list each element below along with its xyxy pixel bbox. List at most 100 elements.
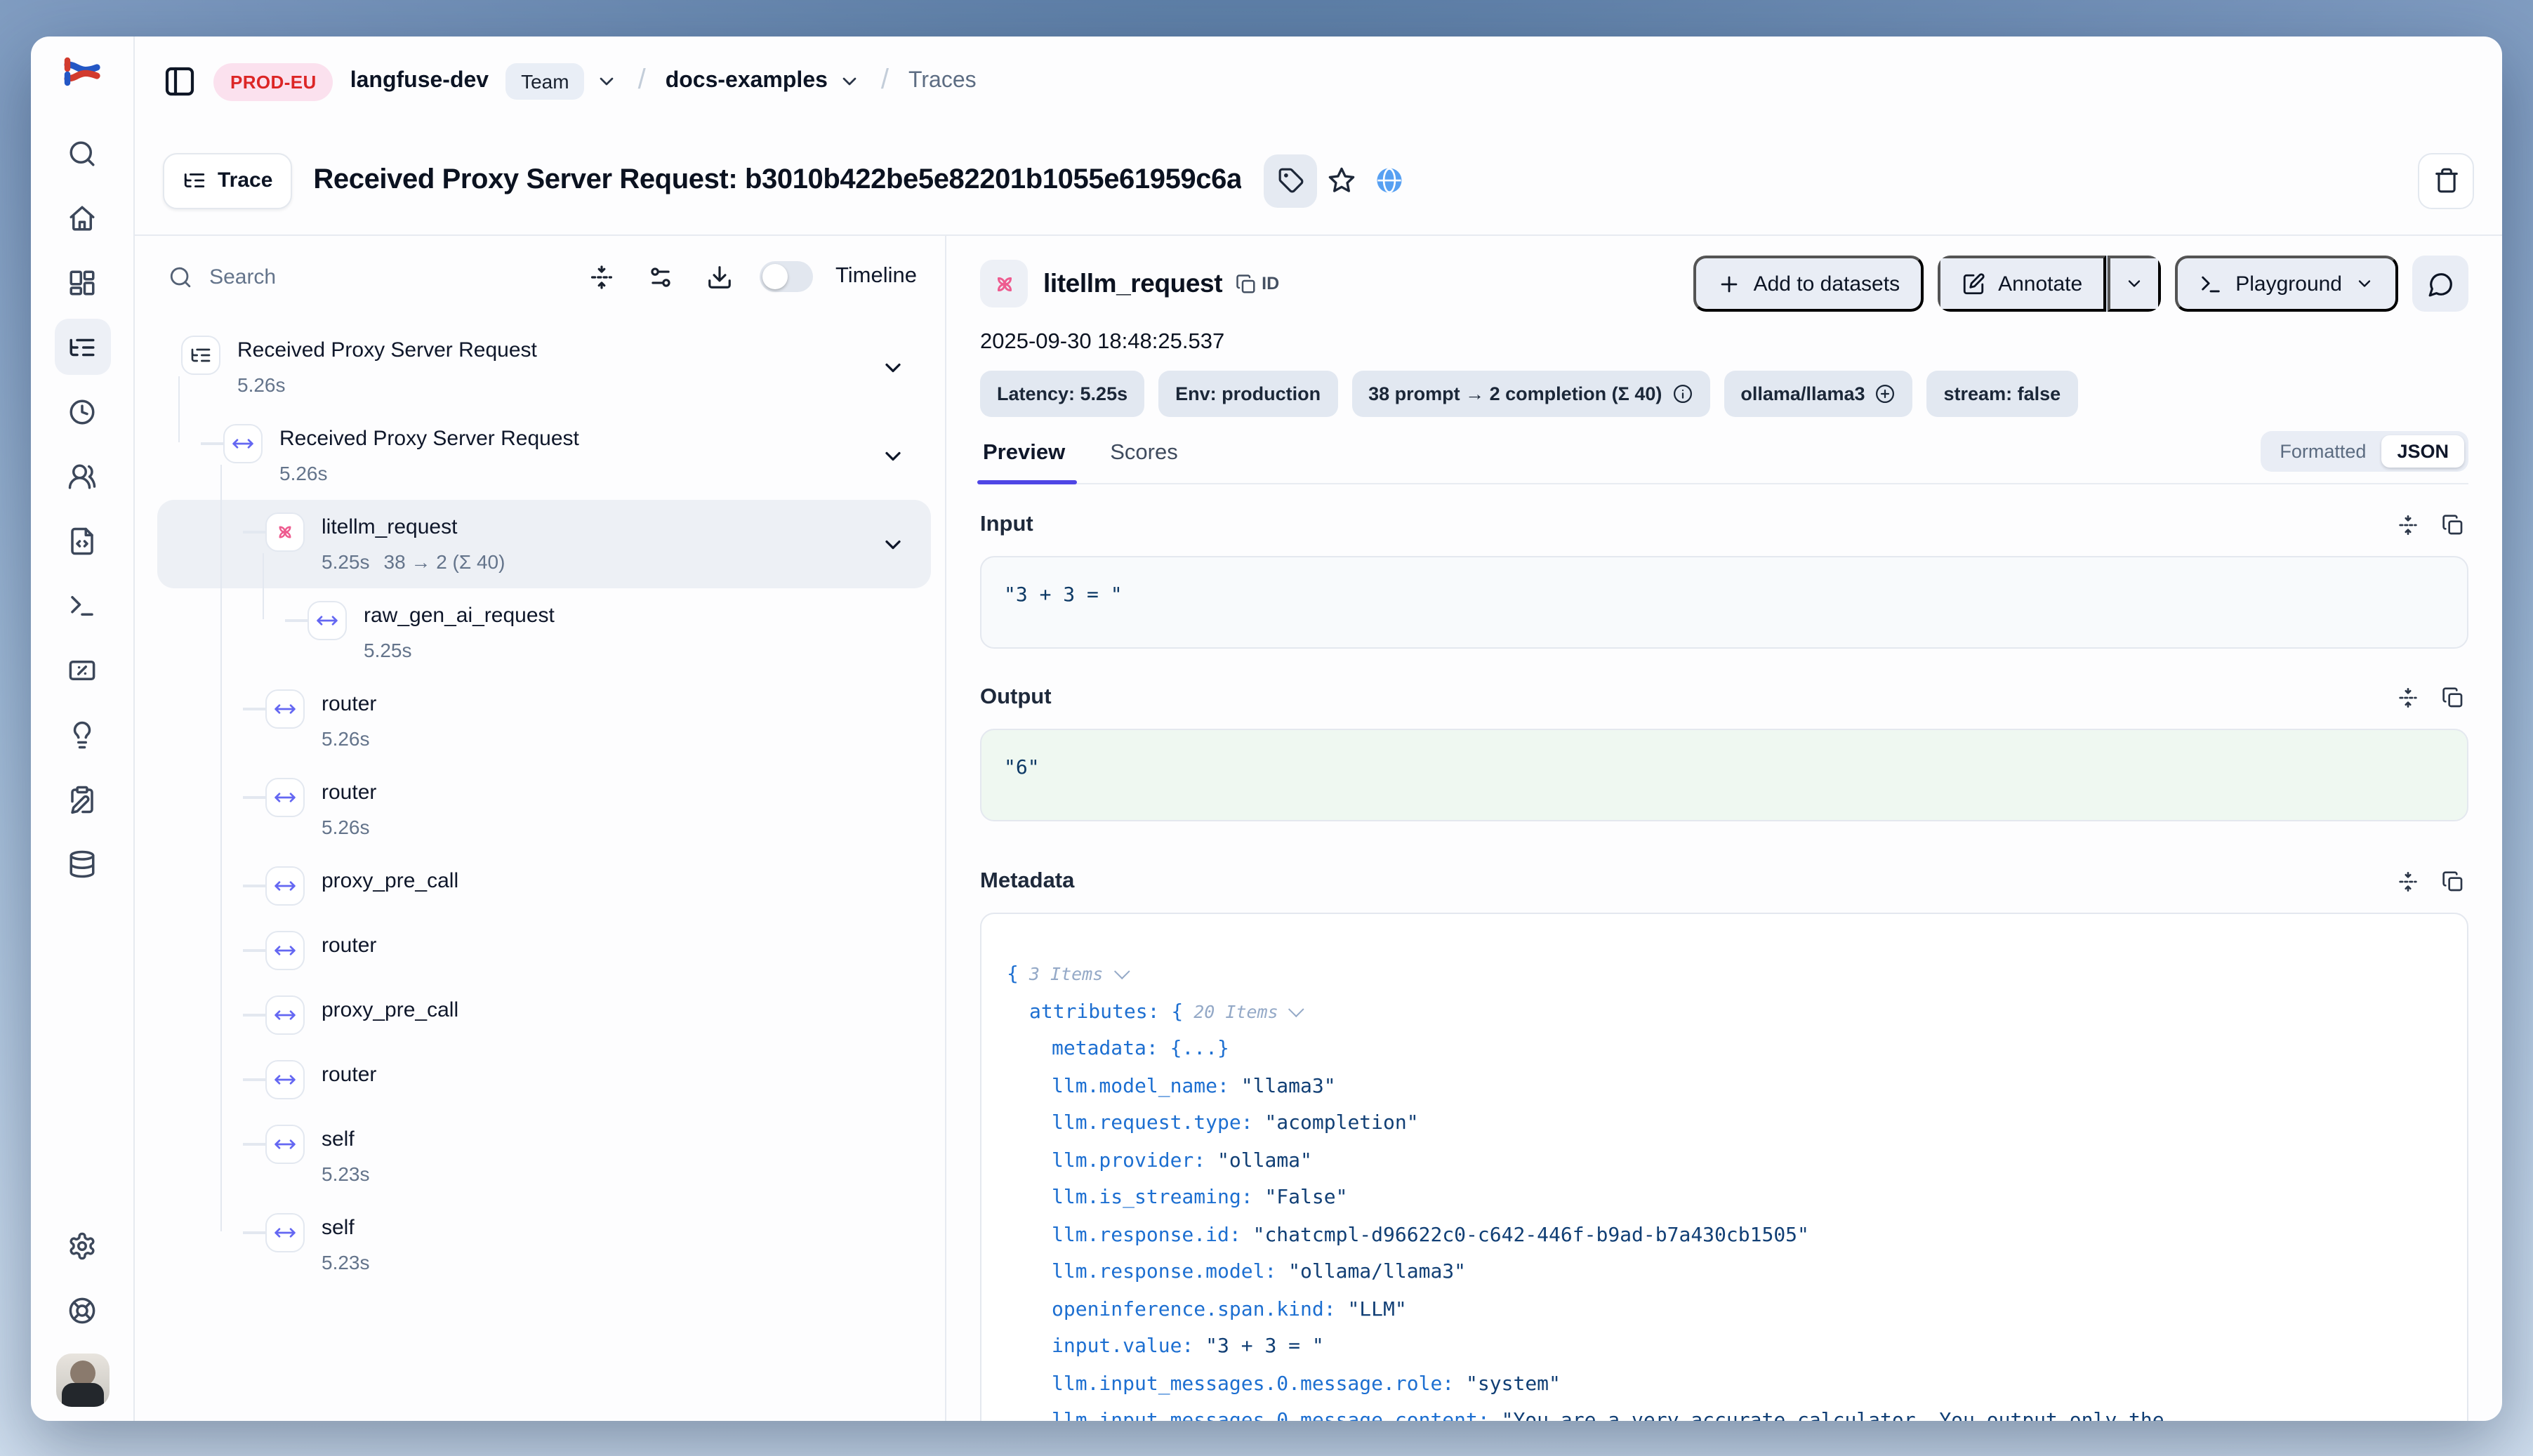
observation-badge[interactable]: stream: false: [1927, 371, 2078, 417]
annotate-dropdown-button[interactable]: [2108, 256, 2161, 312]
tree-row[interactable]: router5.26s: [157, 677, 931, 765]
badge-label: stream: false: [1944, 383, 2061, 404]
copy-id-button[interactable]: ID: [1235, 273, 1279, 294]
sidebar-playground-icon[interactable]: [54, 577, 110, 633]
bookmark-star-button[interactable]: [1318, 157, 1365, 204]
chevron-down-icon[interactable]: [880, 443, 906, 468]
observation-badge[interactable]: Env: production: [1158, 371, 1337, 417]
trace-tree-icon: [183, 168, 206, 192]
org-name[interactable]: langfuse-dev: [350, 69, 489, 94]
metadata-section-title: Metadata: [980, 869, 2379, 894]
tab-preview[interactable]: Preview: [980, 432, 1068, 482]
tree-row[interactable]: raw_gen_ai_request5.25s: [157, 588, 931, 677]
format-json-option[interactable]: JSON: [2381, 435, 2464, 468]
org-type-badge: Team: [505, 63, 584, 100]
project-name[interactable]: docs-examples: [666, 69, 828, 94]
playground-button[interactable]: Playground: [2175, 256, 2398, 312]
input-collapse-button[interactable]: [2393, 510, 2423, 541]
observation-detail-panel: litellm_request ID Add to datasets: [946, 236, 2502, 1421]
observation-badge[interactable]: Latency: 5.25s: [980, 371, 1144, 417]
pen-square-icon: [1962, 272, 1985, 296]
observation-badge[interactable]: ollama/llama3: [1724, 371, 1912, 417]
tree-settings-button[interactable]: [642, 258, 678, 295]
metadata-collapse-button[interactable]: [2393, 866, 2423, 897]
tree-row[interactable]: self5.23s: [157, 1200, 931, 1289]
chevron-down-icon[interactable]: [880, 531, 906, 557]
observation-badge[interactable]: 38 prompt → 2 completion (Σ 40): [1351, 371, 1709, 417]
span-icon: [265, 1213, 305, 1252]
env-badge[interactable]: PROD-EU: [213, 62, 333, 100]
metadata-line: llm.input_messages.0.message.content: "Y…: [1007, 1403, 2442, 1421]
metadata-copy-button[interactable]: [2438, 866, 2468, 897]
search-input[interactable]: [209, 265, 560, 289]
sidebar-insights-icon[interactable]: [54, 706, 110, 762]
tab-scores[interactable]: Scores: [1107, 432, 1181, 482]
tree-row-name: proxy_pre_call: [322, 866, 458, 897]
sidebar-support-icon[interactable]: [54, 1282, 110, 1338]
tree-row-duration: 5.26s: [237, 371, 537, 399]
sidebar-toggle-icon[interactable]: [163, 65, 197, 98]
tree-row[interactable]: router: [157, 1047, 931, 1112]
tree-row[interactable]: self5.23s: [157, 1112, 931, 1200]
detail-tabs: Preview Scores Formatted JSON: [980, 431, 2468, 484]
collapse-all-button[interactable]: [583, 258, 619, 295]
sidebar-tracing-icon[interactable]: [54, 319, 110, 375]
tree-row-duration: 5.26s: [279, 459, 579, 487]
user-avatar[interactable]: [55, 1354, 109, 1407]
chevron-down-icon[interactable]: [880, 355, 906, 380]
sidebar-settings-icon[interactable]: [54, 1217, 110, 1273]
collapse-vertical-icon: [588, 263, 614, 290]
sidebar-users-icon[interactable]: [54, 448, 110, 504]
output-copy-button[interactable]: [2438, 682, 2468, 713]
sidebar-home-icon[interactable]: [54, 190, 110, 246]
input-section-title: Input: [980, 512, 2379, 538]
sidebar-annotation-icon[interactable]: [54, 771, 110, 827]
tree-row-duration: 5.26s: [322, 813, 376, 841]
add-to-datasets-button[interactable]: Add to datasets: [1693, 256, 1924, 312]
playground-label: Playground: [2235, 272, 2342, 296]
format-formatted-option[interactable]: Formatted: [2264, 435, 2381, 468]
sidebar-evaluation-icon[interactable]: [54, 642, 110, 698]
tree-row[interactable]: Received Proxy Server Request5.26s: [157, 323, 931, 411]
annotate-button[interactable]: Annotate: [1938, 256, 2106, 312]
org-chevron-down-icon[interactable]: [596, 70, 619, 93]
chevron-down-icon: [2355, 274, 2374, 293]
span-icon: [223, 424, 263, 463]
tree-row-duration: 5.25s38 → 2 (Σ 40): [322, 548, 505, 576]
sidebar-sessions-icon[interactable]: [54, 383, 110, 439]
sidebar-datasets-icon[interactable]: [54, 835, 110, 892]
tree-row[interactable]: proxy_pre_call: [157, 854, 931, 918]
badge-label: Env: production: [1175, 383, 1321, 404]
input-copy-button[interactable]: [2438, 510, 2468, 541]
tree-row-duration: 5.25s: [364, 636, 555, 664]
comments-button[interactable]: [2412, 256, 2468, 312]
trace-icon: [181, 336, 220, 375]
tree-row[interactable]: proxy_pre_call: [157, 983, 931, 1047]
metadata-line: llm.response.id: "chatcmpl-d96622c0-c642…: [1007, 1217, 2442, 1254]
timeline-toggle[interactable]: [760, 261, 813, 292]
format-toggle: Formatted JSON: [2260, 431, 2468, 472]
metadata-line: llm.request.type: "acompletion": [1007, 1105, 2442, 1142]
sidebar-prompts-icon[interactable]: [54, 512, 110, 569]
tree-row[interactable]: router: [157, 918, 931, 983]
sidebar-search-icon[interactable]: [54, 125, 110, 181]
main-area: PROD-EU langfuse-dev Team / docs-example…: [135, 37, 2502, 1421]
span-icon: [307, 601, 347, 640]
tree-row[interactable]: Received Proxy Server Request5.26s: [157, 411, 931, 500]
observation-title: litellm_request: [1043, 268, 1222, 299]
generation-icon: [265, 512, 305, 552]
sidebar-dashboards-icon[interactable]: [54, 254, 110, 310]
metadata-line: metadata: {...}: [1007, 1031, 2442, 1068]
breadcrumb-page[interactable]: Traces: [908, 69, 977, 94]
project-chevron-down-icon[interactable]: [839, 70, 861, 93]
tree-row[interactable]: litellm_request5.25s38 → 2 (Σ 40): [157, 500, 931, 588]
output-collapse-button[interactable]: [2393, 682, 2423, 713]
metadata-line: { 3 Items: [1007, 956, 2442, 993]
tag-button[interactable]: [1264, 154, 1318, 207]
public-globe-button[interactable]: [1365, 157, 1413, 204]
breadcrumb-separator: /: [635, 64, 649, 96]
delete-trace-button[interactable]: [2418, 152, 2474, 209]
tree-row[interactable]: router5.26s: [157, 765, 931, 854]
download-button[interactable]: [701, 258, 737, 295]
tree-search[interactable]: [168, 263, 560, 290]
